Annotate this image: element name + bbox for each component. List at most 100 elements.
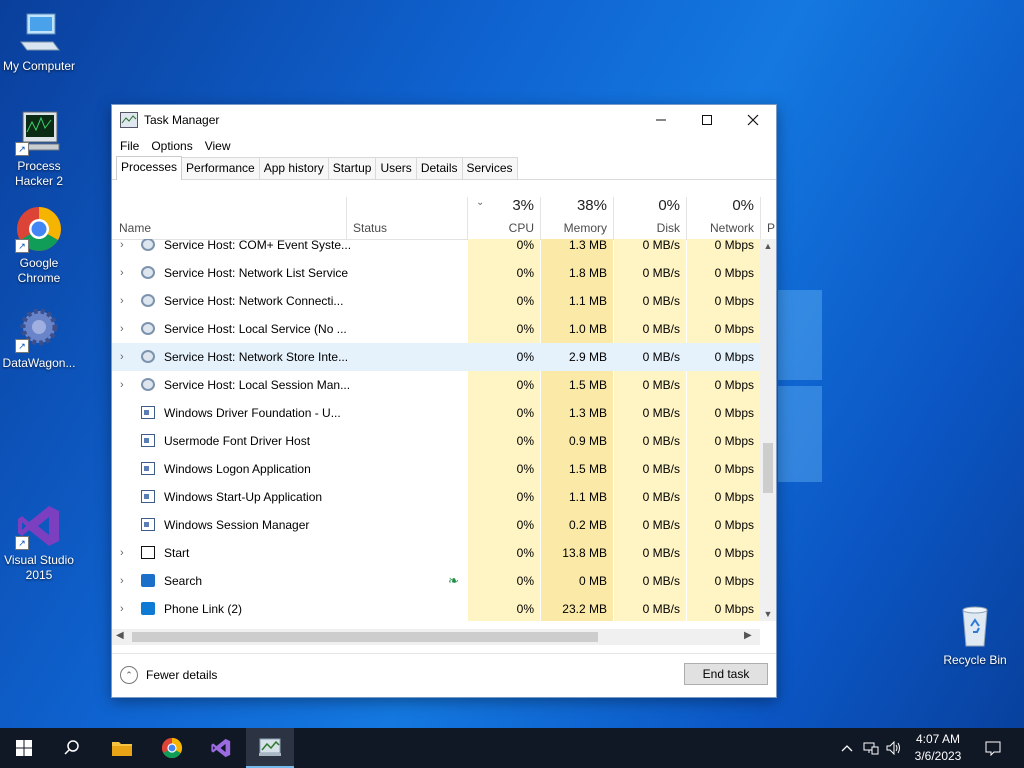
network-cell: 0 Mbps — [687, 511, 760, 539]
vertical-scroll-thumb[interactable] — [763, 443, 773, 493]
desktop-icon-recycle-bin[interactable]: Recycle Bin — [937, 602, 1013, 668]
desktop-icon-datawagon[interactable]: ↗ DataWagon... — [1, 305, 77, 371]
scroll-left-icon[interactable]: ◀ — [116, 630, 124, 641]
process-row[interactable]: › Service Host: Network Connecti... 0% 1.1 … — [112, 287, 760, 315]
menu-bar: File Options View — [112, 135, 776, 157]
taskbar-visual-studio[interactable] — [197, 728, 245, 768]
close-icon — [747, 114, 759, 126]
process-hacker-icon: ↗ — [15, 108, 63, 156]
desktop-icon-my-computer[interactable]: My Computer — [1, 8, 77, 74]
column-header-network[interactable]: 0% Network — [687, 197, 760, 239]
desktop-icon-visual-studio[interactable]: ↗ Visual Studio 2015 — [1, 502, 77, 583]
taskbar-clock[interactable]: 4:07 AM 3/6/2023 — [906, 731, 970, 765]
desktop-icon-google-chrome[interactable]: ↗ Google Chrome — [1, 205, 77, 286]
vertical-scrollbar[interactable]: ▲ ▼ — [760, 239, 776, 621]
expand-chevron-icon[interactable]: › — [120, 239, 130, 259]
horizontal-scrollbar[interactable]: ◀ ▶ — [112, 629, 760, 645]
maximize-icon — [702, 115, 712, 125]
menu-view[interactable]: View — [199, 139, 237, 153]
menu-options[interactable]: Options — [145, 139, 198, 153]
title-bar[interactable]: Task Manager — [112, 105, 776, 135]
scroll-down-icon[interactable]: ▼ — [760, 609, 776, 619]
window-footer: ⌃ Fewer details End task — [112, 653, 776, 698]
shortcut-arrow-icon: ↗ — [15, 339, 29, 353]
cpu-column-label: CPU — [508, 221, 534, 235]
memory-cell: 13.8 MB — [541, 539, 613, 567]
network-cell: 0 Mbps — [687, 287, 760, 315]
taskbar-task-manager[interactable] — [246, 728, 294, 768]
process-name: Service Host: COM+ Event Syste... — [164, 239, 352, 252]
chrome-icon: ↗ — [15, 205, 63, 253]
expand-chevron-icon[interactable]: › — [120, 595, 130, 621]
column-name-label: Name — [119, 221, 152, 235]
process-row[interactable]: Windows Session Manager 0% 0.2 MB 0 MB/s 0 M… — [112, 511, 760, 539]
expand-chevron-icon[interactable]: › — [120, 539, 130, 567]
start-button[interactable] — [0, 728, 48, 768]
column-header-name[interactable]: Name — [112, 197, 346, 239]
fewer-details-link[interactable]: ⌃ Fewer details — [120, 666, 217, 684]
process-row[interactable]: Usermode Font Driver Host 0% 0.9 MB 0 MB/s 0… — [112, 427, 760, 455]
taskbar-search-button[interactable] — [48, 728, 96, 768]
disk-cell: 0 MB/s — [614, 287, 686, 315]
end-task-button[interactable]: End task — [684, 663, 768, 685]
action-center-button[interactable] — [978, 728, 1008, 768]
taskbar-file-explorer[interactable] — [98, 728, 146, 768]
expand-chevron-icon[interactable]: › — [120, 343, 130, 371]
expand-chevron-icon[interactable]: › — [120, 259, 130, 287]
process-row[interactable]: › Service Host: COM+ Event Syste... 0% 1.3 … — [112, 239, 760, 259]
column-header-power[interactable]: P — [761, 197, 776, 239]
task-manager-icon — [259, 738, 281, 756]
network-cell: 0 Mbps — [687, 399, 760, 427]
horizontal-scroll-thumb[interactable] — [132, 632, 598, 642]
tab-startup[interactable]: Startup — [327, 157, 377, 179]
scroll-right-icon[interactable]: ▶ — [744, 630, 752, 641]
close-button[interactable] — [730, 105, 776, 135]
maximize-button[interactable] — [684, 105, 730, 135]
tray-overflow-chevron-icon[interactable] — [838, 728, 856, 768]
process-row[interactable]: Windows Logon Application 0% 1.5 MB 0 MB/s 0… — [112, 455, 760, 483]
expand-chevron-icon[interactable]: › — [120, 287, 130, 315]
tab-users[interactable]: Users — [375, 157, 417, 179]
process-row[interactable]: Windows Driver Foundation - U... 0% 1.3 MB… — [112, 399, 760, 427]
column-header-status[interactable]: Status — [347, 197, 467, 239]
process-row[interactable]: › Phone Link (2) 0% 23.2 MB 0 MB/s 0 Mbps — [112, 595, 760, 621]
taskbar-chrome[interactable] — [148, 728, 196, 768]
process-row[interactable]: › Service Host: Local Service (No ... 0% 1.… — [112, 315, 760, 343]
column-header-disk[interactable]: 0% Disk — [614, 197, 686, 239]
tab-app-history[interactable]: App history — [258, 157, 329, 179]
network-cell: 0 Mbps — [687, 539, 760, 567]
process-row[interactable]: › Start 0% 13.8 MB 0 MB/s 0 Mbps — [112, 539, 760, 567]
menu-file[interactable]: File — [114, 139, 145, 153]
expand-chevron-icon[interactable]: › — [120, 371, 130, 399]
tab-details[interactable]: Details — [415, 157, 463, 179]
expand-chevron-icon[interactable]: › — [120, 315, 130, 343]
tab-services[interactable]: Services — [461, 157, 518, 179]
process-row[interactable]: Windows Start-Up Application 0% 1.1 MB 0 MB… — [112, 483, 760, 511]
memory-cell: 1.1 MB — [541, 483, 613, 511]
gear-process-icon — [141, 294, 155, 307]
scroll-up-icon[interactable]: ▲ — [760, 241, 776, 251]
disk-column-label: Disk — [656, 221, 680, 235]
process-name: Service Host: Network Connecti... — [164, 294, 344, 308]
network-icon[interactable] — [860, 728, 882, 768]
disk-cell: 0 MB/s — [614, 595, 686, 621]
window-process-icon — [141, 462, 155, 475]
disk-total-percent: 0% — [658, 197, 680, 214]
process-row[interactable]: › Service Host: Network Store Inte... 0% 2.… — [112, 343, 760, 371]
tab-performance[interactable]: Performance — [181, 157, 260, 179]
column-header-memory[interactable]: 38% Memory — [541, 197, 613, 239]
expand-chevron-icon[interactable]: › — [120, 567, 130, 595]
process-name: Usermode Font Driver Host — [164, 434, 311, 448]
minimize-button[interactable] — [638, 105, 684, 135]
process-row[interactable]: › Service Host: Network List Service 0% 1.8… — [112, 259, 760, 287]
datawagon-icon: ↗ — [15, 305, 63, 353]
process-row[interactable]: › Search ❧ 0% 0 MB 0 MB/s 0 Mbps — [112, 567, 760, 595]
desktop-icon-label: Visual Studio 2015 — [4, 553, 74, 582]
clock-time: 4:07 AM — [915, 732, 961, 746]
process-row[interactable]: › Service Host: Local Session Man... 0% 1.5… — [112, 371, 760, 399]
cpu-cell: 0% — [468, 511, 540, 539]
tab-processes[interactable]: Processes — [116, 156, 183, 180]
column-header-cpu[interactable]: ⌄ 3% CPU — [468, 197, 540, 239]
volume-icon[interactable] — [884, 728, 904, 768]
desktop-icon-process-hacker[interactable]: ↗ Process Hacker 2 — [1, 108, 77, 189]
